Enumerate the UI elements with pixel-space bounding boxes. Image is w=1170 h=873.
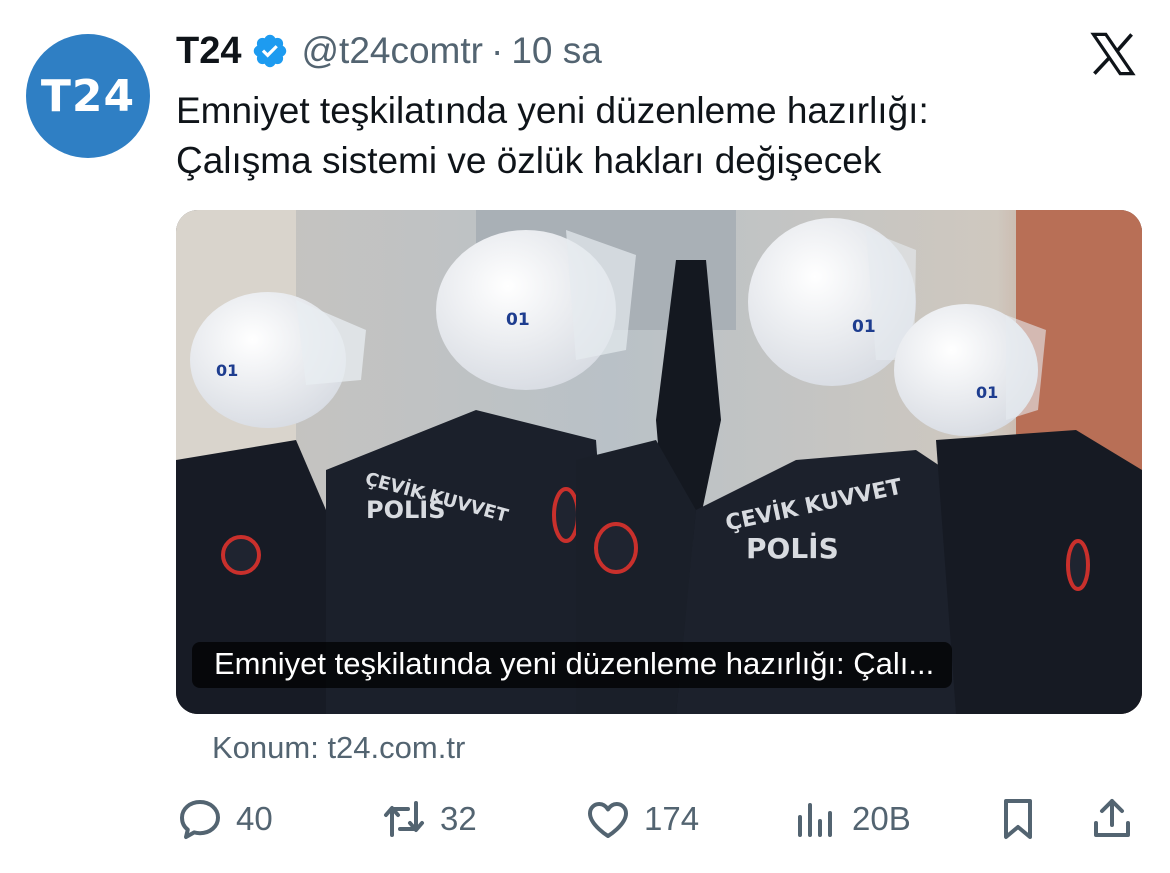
heart-icon (588, 802, 628, 838)
avatar[interactable]: T24 (26, 34, 150, 158)
helmet-label: 01 (506, 310, 530, 330)
tweet-text-line: Emniyet teşkilatında yeni düzenleme hazı… (176, 90, 929, 131)
card-image: 01 01 ÇEVİK KUVVET POLİS 01 ÇEVİK KUVVET… (176, 210, 1142, 714)
helmet-label: 01 (976, 383, 998, 402)
reply-count: 40 (236, 800, 273, 837)
separator: · (490, 30, 504, 71)
link-card[interactable]: 01 01 ÇEVİK KUVVET POLİS 01 ÇEVİK KUVVET… (176, 210, 1142, 714)
reply-icon (180, 800, 220, 839)
views-chart-icon (798, 803, 832, 837)
like-button[interactable]: 174 (584, 794, 699, 844)
reply-button[interactable]: 40 (176, 794, 273, 844)
display-name[interactable]: T24 (176, 30, 241, 73)
helmet-label: 01 (216, 361, 238, 380)
x-logo-icon[interactable] (1088, 30, 1138, 78)
bookmark-icon (1004, 799, 1032, 839)
like-count: 174 (644, 800, 700, 837)
retweet-icon (384, 801, 424, 837)
card-title: Emniyet teşkilatında yeni düzenleme hazı… (192, 642, 953, 688)
handle[interactable]: @t24comtr (301, 30, 483, 72)
tweet-text-line: Çalışma sistemi ve özlük hakları değişec… (176, 140, 882, 181)
polis-label: POLİS (366, 495, 446, 524)
helmet-label: 01 (852, 317, 876, 337)
tweet-text: Emniyet teşkilatında yeni düzenleme hazı… (176, 86, 1116, 186)
views-count: 20B (852, 800, 911, 837)
share-button[interactable] (1088, 794, 1136, 844)
share-icon (1094, 799, 1130, 837)
views-button[interactable]: 20B (792, 794, 911, 844)
retweet-button[interactable]: 32 (380, 794, 477, 844)
polis-label: POLİS (746, 531, 839, 565)
bookmark-button[interactable] (994, 794, 1042, 844)
retweet-count: 32 (440, 800, 477, 837)
avatar-text: T24 (40, 70, 136, 122)
verified-badge-icon (254, 34, 287, 68)
tweet-header: T24 @t24comtr · 10 sa (176, 28, 602, 74)
card-source[interactable]: Konum: t24.com.tr (212, 730, 465, 766)
timestamp[interactable]: 10 sa (511, 30, 602, 72)
